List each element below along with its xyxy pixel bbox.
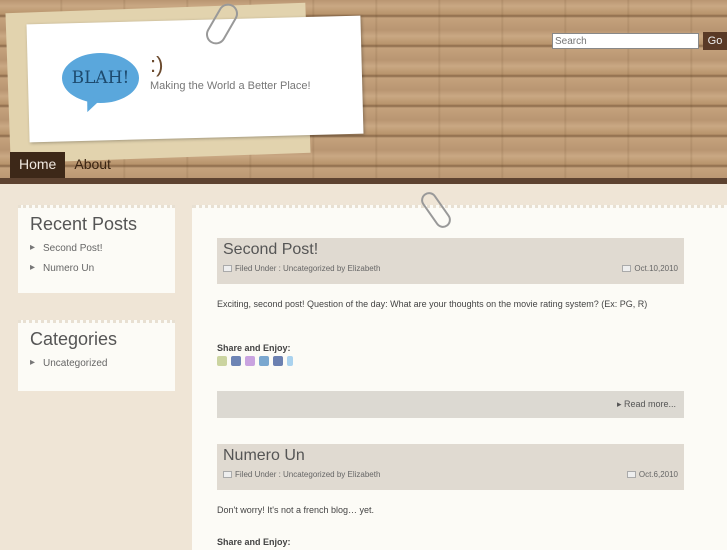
stumbleupon-icon[interactable]: [245, 356, 255, 366]
print-icon[interactable]: [217, 356, 227, 366]
go-button[interactable]: Go: [703, 32, 727, 50]
read-more-bar: ▸ Read more...: [217, 391, 684, 418]
search-input[interactable]: [552, 33, 699, 49]
post-excerpt: Exciting, second post! Question of the d…: [217, 299, 648, 309]
main-content: Second Post! Filed Under : Uncategorized…: [192, 205, 727, 550]
post-header: Second Post! Filed Under : Uncategorized…: [217, 238, 684, 284]
share-label: Share and Enjoy:: [217, 343, 291, 353]
folder-icon: [223, 265, 232, 273]
widget-title: Recent Posts: [30, 214, 138, 234]
tagline: Making the World a Better Place!: [150, 80, 311, 92]
blah-logo[interactable]: BLAH!: [62, 53, 139, 103]
share-section: Share and Enjoy:: [217, 343, 293, 366]
twitter-icon[interactable]: [287, 356, 293, 366]
recent-post-link[interactable]: Second Post!: [30, 242, 163, 254]
recent-posts-widget: Recent Posts Second Post! Numero Un: [18, 205, 175, 293]
post-title[interactable]: Numero Un: [223, 447, 678, 465]
nav-home[interactable]: Home: [10, 152, 66, 178]
share-section: Share and Enjoy:: [217, 537, 291, 547]
linkedin-icon[interactable]: [259, 356, 269, 366]
post-date: Oct.10,2010: [634, 264, 678, 273]
post-title[interactable]: Second Post!: [223, 241, 678, 259]
post-date: Oct.6,2010: [638, 470, 678, 479]
main-nav: Home About: [10, 152, 120, 178]
post-header: Numero Un Filed Under : Uncategorized by…: [217, 444, 684, 490]
category-link[interactable]: Uncategorized: [30, 357, 163, 369]
site-title[interactable]: :): [150, 52, 163, 78]
recent-post-link[interactable]: Numero Un: [30, 262, 163, 274]
categories-widget: Categories Uncategorized: [18, 320, 175, 391]
myspace-icon[interactable]: [273, 356, 283, 366]
post-meta: Filed Under : Uncategorized by Elizabeth: [235, 264, 381, 273]
nav-about[interactable]: About: [65, 152, 120, 178]
calendar-icon: [626, 471, 636, 479]
widget-title: Categories: [30, 329, 118, 349]
nav-divider: [0, 178, 727, 184]
calendar-icon: [622, 265, 632, 273]
post-excerpt: Don't worry! It's not a french blog… yet…: [217, 505, 375, 515]
post-meta: Filed Under : Uncategorized by Elizabeth: [235, 470, 381, 479]
folder-icon: [223, 471, 232, 479]
read-more-link[interactable]: ▸ Read more...: [617, 399, 676, 409]
facebook-icon[interactable]: [231, 356, 241, 366]
share-label: Share and Enjoy:: [217, 537, 291, 547]
